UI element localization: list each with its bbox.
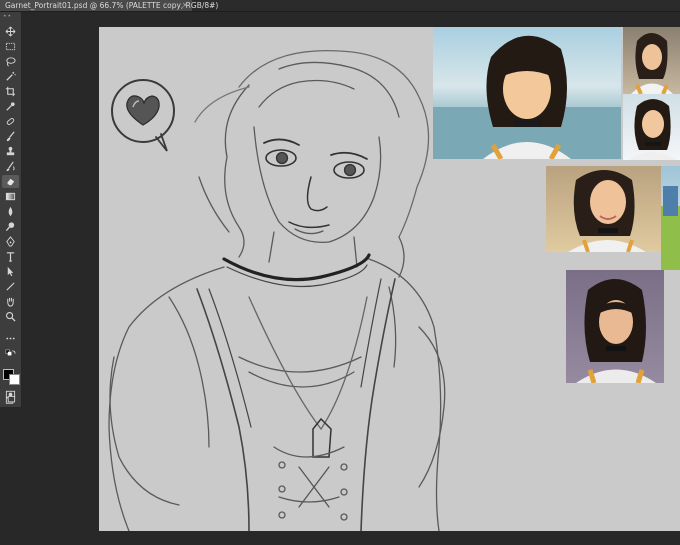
tools-panel: ••: [0, 12, 22, 407]
reference-image-front-portrait[interactable]: [566, 270, 664, 383]
reference-image-smiling[interactable]: [546, 166, 662, 252]
magic-wand-icon[interactable]: [2, 70, 19, 83]
pen-icon[interactable]: [2, 235, 19, 248]
hand-icon[interactable]: [2, 295, 19, 308]
screen-mode-icon[interactable]: [2, 394, 19, 407]
line-icon[interactable]: [2, 280, 19, 293]
crop-icon[interactable]: [2, 85, 19, 98]
eyedropper-icon[interactable]: [2, 100, 19, 113]
brush-icon[interactable]: [2, 130, 19, 143]
gradient-icon[interactable]: [2, 190, 19, 203]
reference-image-partial-edge[interactable]: [623, 94, 680, 160]
panel-grip-icon[interactable]: ••: [3, 13, 12, 20]
lasso-icon[interactable]: [2, 55, 19, 68]
clone-stamp-icon[interactable]: [2, 145, 19, 158]
blur-icon[interactable]: [2, 205, 19, 218]
path-selection-icon[interactable]: [2, 265, 19, 278]
type-icon[interactable]: [2, 250, 19, 263]
more-tools-icon[interactable]: [2, 332, 19, 345]
background-color-swatch[interactable]: [9, 374, 20, 385]
healing-brush-icon[interactable]: [2, 115, 19, 128]
reference-image-hair-up[interactable]: [623, 27, 680, 94]
document-tab[interactable]: Garnet_Portrait01.psd @ 66.7% (PALETTE c…: [0, 0, 218, 11]
reference-image-seaside-portrait[interactable]: [433, 27, 621, 159]
dodge-icon[interactable]: [2, 220, 19, 233]
eraser-icon[interactable]: [2, 175, 19, 188]
reference-image-side-view[interactable]: [661, 166, 680, 270]
close-icon[interactable]: ×: [182, 0, 188, 11]
document-canvas[interactable]: [99, 27, 680, 531]
marquee-icon[interactable]: [2, 40, 19, 53]
zoom-icon[interactable]: [2, 310, 19, 323]
move-icon[interactable]: [2, 25, 19, 38]
document-tab-bar: Garnet_Portrait01.psd @ 66.7% (PALETTE c…: [0, 0, 680, 12]
swap-colors-icon[interactable]: [2, 348, 19, 361]
history-brush-icon[interactable]: [2, 160, 19, 173]
